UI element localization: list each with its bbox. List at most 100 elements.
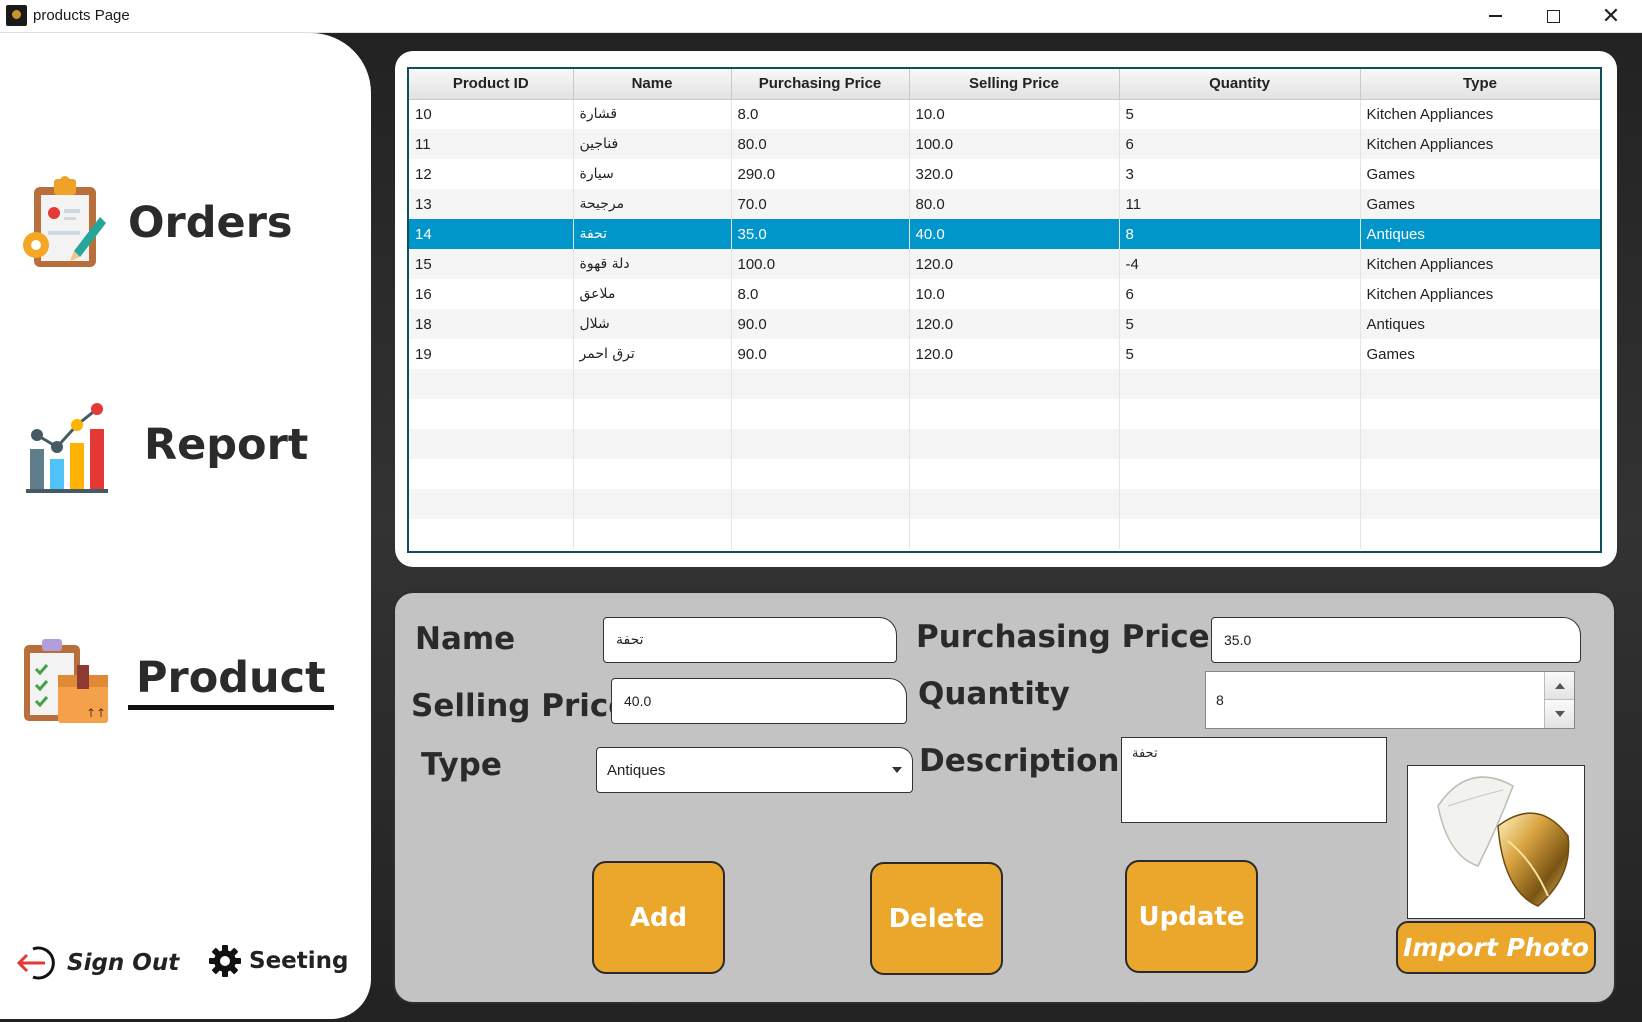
cell-quantity: 5 [1119,309,1361,339]
empty-row [409,399,1600,429]
name-input[interactable]: تحفة [603,617,897,663]
cell-purchasing-price: 70.0 [731,189,910,219]
sidebar-item-label: Report [144,420,309,470]
import-photo-button[interactable]: Import Photo [1396,921,1596,974]
window-title: products Page [33,7,130,24]
product-box-icon: ↑↑ [22,631,112,731]
cell-product-id: 10 [409,99,574,129]
product-photo [1407,765,1585,919]
type-select[interactable]: Antiques [596,747,913,793]
column-header-purchasing-price[interactable]: Purchasing Price [731,69,910,100]
cell-purchasing-price: 35.0 [731,219,910,249]
cell-product-id: 18 [409,309,574,339]
cell-purchasing-price: 290.0 [731,159,910,189]
empty-row [409,459,1600,489]
cell-purchasing-price: 80.0 [731,129,910,159]
column-header-product-id[interactable]: Product ID [409,69,574,100]
sidebar: Orders Report ↑↑ Product Sign Out Seetin… [0,33,371,1019]
cell-product-id: 19 [409,339,574,369]
cell-quantity: 8 [1119,219,1361,249]
purchasing-price-input[interactable]: 35.0 [1211,617,1581,663]
close-button[interactable]: ✕ [1582,0,1640,32]
sidebar-item-orders[interactable]: Orders [16,173,293,273]
minimize-icon [1488,15,1502,17]
maximize-icon [1546,9,1560,23]
purchasing-price-label: Purchasing Price [916,619,1210,655]
cell-type: Kitchen Appliances [1360,249,1600,279]
delete-button[interactable]: Delete [870,862,1003,975]
cell-selling-price: 100.0 [909,129,1120,159]
cell-product-id: 11 [409,129,574,159]
empty-row [409,429,1600,459]
cell-name: قشارة [573,99,732,129]
title-bar: products Page ✕ [0,0,1642,33]
empty-row [409,369,1600,399]
cell-selling-price: 320.0 [909,159,1120,189]
cell-purchasing-price: 8.0 [731,279,910,309]
cell-quantity: 5 [1119,339,1361,369]
maximize-button[interactable] [1524,0,1582,32]
clipboard-icon [16,173,106,273]
sidebar-item-report[interactable]: Report [24,395,308,495]
table-row[interactable]: 12 سيارة 290.0 320.0 3 Games [409,159,1600,189]
app-icon [6,5,27,26]
table-row[interactable]: 19 ترق احمر 90.0 120.0 5 Games [409,339,1600,369]
table-row[interactable]: 10 قشارة 8.0 10.0 5 Kitchen Appliances [409,99,1600,129]
cell-quantity: -4 [1119,249,1361,279]
table-row-selected[interactable]: 14 تحفة 35.0 40.0 8 Antiques [409,219,1600,249]
cell-name: فناجين [573,129,732,159]
cell-purchasing-price: 90.0 [731,339,910,369]
type-selected-value: Antiques [607,761,666,779]
cell-selling-price: 10.0 [909,99,1120,129]
table-header-row: Product ID Name Purchasing Price Selling… [409,69,1600,100]
products-table-panel: Product ID Name Purchasing Price Selling… [395,51,1617,567]
sign-out-icon [16,946,55,980]
chevron-up-icon [1554,682,1565,689]
cell-product-id: 12 [409,159,574,189]
column-header-quantity[interactable]: Quantity [1119,69,1361,100]
description-label: Description [919,743,1120,779]
table-row[interactable]: 18 شلال 90.0 120.0 5 Antiques [409,309,1600,339]
update-button[interactable]: Update [1125,860,1258,973]
cell-product-id: 16 [409,279,574,309]
cell-type: Antiques [1360,219,1600,249]
bar-chart-icon [24,395,114,495]
column-header-type[interactable]: Type [1360,69,1600,100]
cell-type: Games [1360,189,1600,219]
cell-purchasing-price: 90.0 [731,309,910,339]
cell-name: مرجيحة [573,189,732,219]
sidebar-item-label: Orders [128,198,293,248]
increment-button[interactable] [1545,672,1574,700]
cell-type: Antiques [1360,309,1600,339]
name-label: Name [415,621,516,657]
minimize-button[interactable] [1466,0,1524,32]
settings-button[interactable]: Seeting [209,945,348,977]
cell-quantity: 3 [1119,159,1361,189]
cell-type: Kitchen Appliances [1360,99,1600,129]
decrement-button[interactable] [1545,700,1574,728]
table-row[interactable]: 15 دلة قهوة 100.0 120.0 -4 Kitchen Appli… [409,249,1600,279]
column-header-name[interactable]: Name [573,69,732,100]
selling-price-input[interactable]: 40.0 [611,678,907,724]
table-row[interactable]: 11 فناجين 80.0 100.0 6 Kitchen Appliance… [409,129,1600,159]
svg-text:↑↑: ↑↑ [86,706,106,720]
empty-row [409,519,1600,549]
add-button[interactable]: Add [592,861,725,974]
table-row[interactable]: 16 ملاعق 8.0 10.0 6 Kitchen Appliances [409,279,1600,309]
products-table[interactable]: Product ID Name Purchasing Price Selling… [407,67,1602,553]
quantity-stepper[interactable]: 8 [1205,671,1575,729]
cell-name: شلال [573,309,732,339]
cell-quantity: 5 [1119,99,1361,129]
cell-type: Games [1360,339,1600,369]
table-row[interactable]: 13 مرجيحة 70.0 80.0 11 Games [409,189,1600,219]
cell-quantity: 11 [1119,189,1361,219]
cell-selling-price: 10.0 [909,279,1120,309]
cell-name: ملاعق [573,279,732,309]
cell-purchasing-price: 100.0 [731,249,910,279]
column-header-selling-price[interactable]: Selling Price [909,69,1120,100]
cell-product-id: 13 [409,189,574,219]
sidebar-item-product[interactable]: ↑↑ Product [22,631,334,731]
cell-quantity: 6 [1119,279,1361,309]
description-textarea[interactable]: تحفة [1121,737,1387,823]
sign-out-button[interactable]: Sign Out [15,945,179,981]
